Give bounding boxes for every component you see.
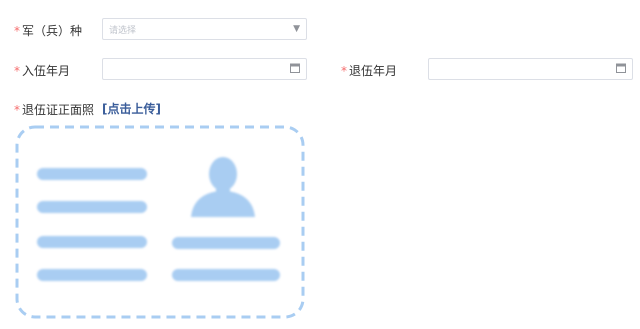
discharge-date-picker[interactable] — [428, 58, 633, 80]
person-silhouette-icon — [191, 157, 255, 217]
required-mark: * — [14, 63, 20, 78]
enlist-date-picker[interactable] — [102, 58, 307, 80]
service-branch-placeholder: 请选择 — [109, 26, 137, 36]
service-branch-label: 军（兵）种 — [22, 24, 83, 38]
chevron-down-icon: ▼ — [293, 24, 300, 34]
dashed-border — [15, 125, 305, 319]
calendar-icon — [616, 63, 626, 73]
required-mark: * — [14, 23, 20, 38]
enlist-date-label: 入伍年月 — [22, 64, 71, 78]
discharge-date-label: 退伍年月 — [349, 64, 398, 78]
text-line-placeholder — [172, 237, 280, 249]
discharge-cert-label-group: * 退伍证正面照 — [14, 101, 94, 118]
text-line-placeholder — [37, 269, 147, 281]
discharge-date-label-group: * 退伍年月 — [341, 62, 397, 79]
service-branch-label-group: * 军（兵）种 — [14, 22, 82, 39]
enlist-date-label-group: * 入伍年月 — [14, 62, 70, 79]
required-mark: * — [341, 63, 347, 78]
upload-link-wrap[interactable]: [点击上传] — [102, 100, 161, 117]
text-line-placeholder — [37, 168, 147, 180]
calendar-icon — [290, 63, 300, 73]
id-card-placeholder-icon[interactable] — [14, 124, 306, 320]
service-branch-select[interactable]: 请选择 ▼ — [102, 18, 307, 40]
text-line-placeholder — [37, 201, 147, 213]
upload-link[interactable]: [点击上传] — [102, 100, 161, 117]
text-line-placeholder — [37, 236, 147, 248]
text-line-placeholder — [172, 269, 280, 281]
discharge-cert-label: 退伍证正面照 — [22, 103, 95, 117]
required-mark: * — [14, 102, 20, 117]
